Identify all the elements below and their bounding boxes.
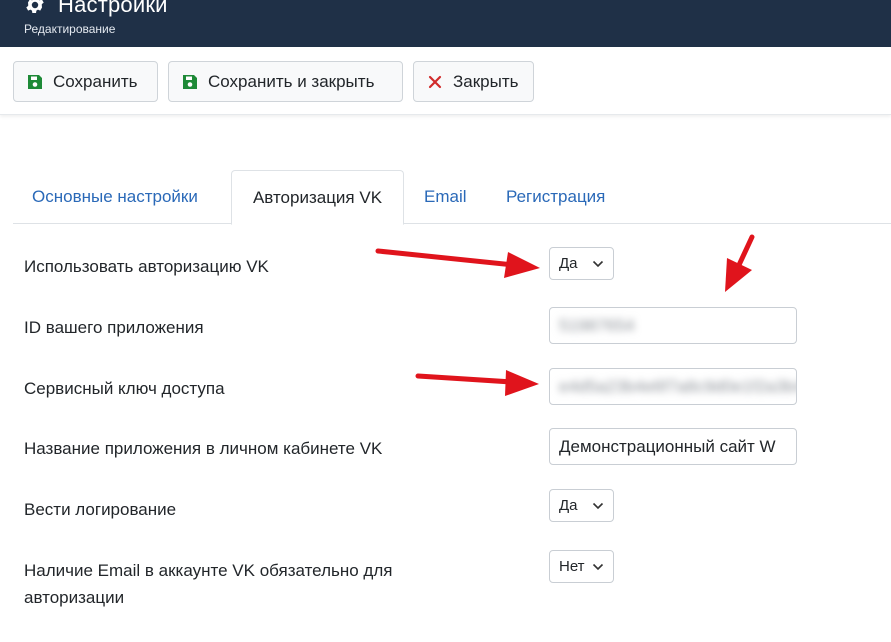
email-required-label-line1: Наличие Email в аккаунте VK обязательно … [24,561,393,580]
annotation-arrow-1 [375,248,540,278]
app-id-label: ID вашего приложения [24,318,204,337]
use-vk-auth-select[interactable]: Да [549,247,614,280]
save-and-close-button-label: Сохранить и закрыть [208,71,375,91]
annotation-arrow-2 [725,234,755,292]
page-header: Настройки Редактирование [0,0,891,47]
gear-icon [26,0,44,13]
close-button[interactable]: Закрыть [413,61,534,102]
chevron-down-icon [592,260,604,268]
toolbar: Сохранить Сохранить и закрыть Закрыть [0,47,891,115]
save-button-label: Сохранить [53,71,138,91]
tab-main-settings[interactable]: Основные настройки [32,170,198,224]
service-key-label: Сервисный ключ доступа [24,379,225,398]
tab-vk-auth[interactable]: Авторизация VK [231,170,404,225]
app-name-label: Название приложения в личном кабинете VK [24,439,383,458]
page-title: Настройки [58,0,168,17]
annotation-arrow-3 [415,370,539,396]
app-id-value: 51987654 [559,315,635,335]
email-required-value: Нет [559,558,585,575]
page-subtitle: Редактирование [24,22,116,36]
save-button[interactable]: Сохранить [13,61,158,102]
app-name-input[interactable]: Демонстрационный сайт W [549,428,797,465]
close-x-icon [428,75,442,88]
email-required-label: Наличие Email в аккаунте VK обязательно … [24,557,392,611]
service-key-value: e4d5a23b4e6f7a8c9d0e1f2a3b4c [559,376,797,396]
email-required-label-line2: авторизации [24,588,125,607]
tab-registration[interactable]: Регистрация [506,170,605,224]
app-id-input[interactable]: 51987654 [549,307,797,344]
logging-value: Да [559,497,578,514]
settings-tabs: Основные настройки Авторизация VK Email … [13,170,891,225]
close-button-label: Закрыть [453,71,519,91]
floppy-disk-icon [183,74,197,89]
email-required-select[interactable]: Нет [549,550,614,583]
service-key-input[interactable]: e4d5a23b4e6f7a8c9d0e1f2a3b4c [549,368,797,405]
tab-email[interactable]: Email [424,170,467,224]
use-vk-auth-value: Да [559,255,578,272]
logging-label: Вести логирование [24,500,177,519]
app-name-value: Демонстрационный сайт W [559,436,776,456]
floppy-disk-icon [28,74,42,89]
logging-select[interactable]: Да [549,489,614,522]
save-and-close-button[interactable]: Сохранить и закрыть [168,61,403,102]
use-vk-auth-label: Использовать авторизацию VK [24,257,269,276]
chevron-down-icon [592,563,604,571]
chevron-down-icon [592,502,604,510]
